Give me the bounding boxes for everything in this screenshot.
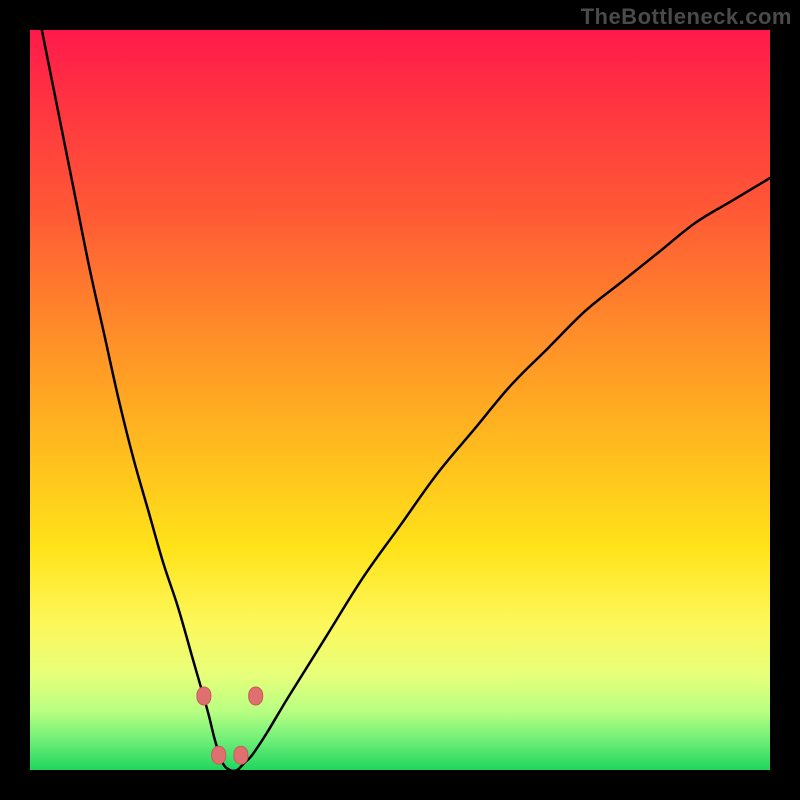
curve-svg xyxy=(30,30,770,770)
chart-stage: TheBottleneck.com xyxy=(0,0,800,800)
curve-marker xyxy=(234,746,248,764)
watermark-text: TheBottleneck.com xyxy=(581,4,792,30)
curve-marker xyxy=(212,746,226,764)
curve-marker xyxy=(197,687,211,705)
bottleneck-curve xyxy=(30,30,770,770)
plot-area xyxy=(30,30,770,770)
curve-marker xyxy=(249,687,263,705)
